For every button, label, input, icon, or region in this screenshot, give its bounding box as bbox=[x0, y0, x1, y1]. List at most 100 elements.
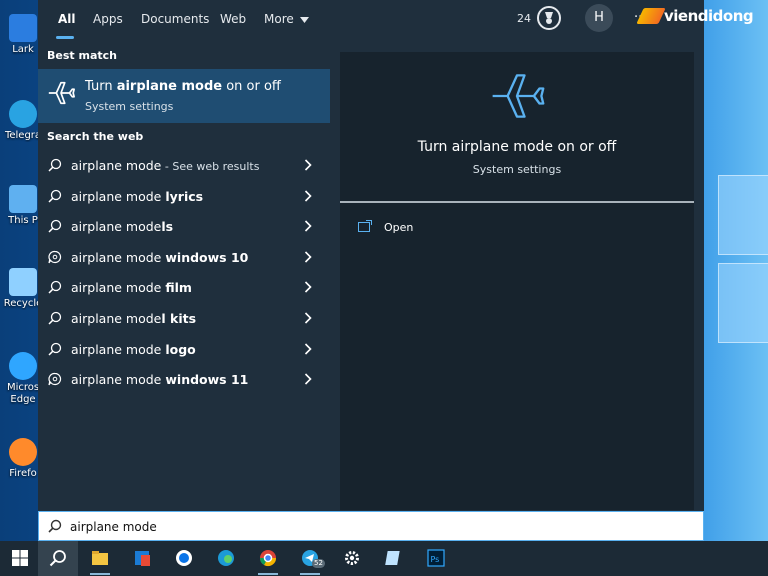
desktop-icon-this-pc[interactable]: This P bbox=[3, 185, 43, 255]
watermark-logo: viendidong bbox=[636, 4, 754, 28]
chat-search-icon bbox=[48, 250, 62, 264]
suggestion-base: airplane mode bbox=[71, 219, 162, 234]
web-suggestion-text: airplane mode windows 11 bbox=[71, 372, 248, 387]
search-icon bbox=[48, 311, 62, 325]
suggestion-base: airplane mode bbox=[71, 342, 166, 357]
taskbar-settings[interactable] bbox=[332, 541, 372, 576]
start-button[interactable] bbox=[0, 541, 40, 576]
desktop-icon-firefox[interactable]: Firefo bbox=[3, 438, 43, 508]
lark-icon bbox=[9, 14, 37, 42]
taskbar-zalo[interactable] bbox=[164, 541, 204, 576]
results-column: Best match Turn airplane mode on or off … bbox=[38, 40, 330, 510]
chevron-right-icon bbox=[304, 373, 312, 385]
web-suggestion-item[interactable]: airplane mode windows 10 bbox=[38, 242, 330, 272]
web-suggestion-item[interactable]: airplane mode - See web results bbox=[38, 150, 330, 180]
taskbar-app-sheets[interactable] bbox=[122, 541, 162, 576]
taskbar-telegram[interactable]: 52 bbox=[290, 541, 330, 576]
suggestion-bold: l kits bbox=[161, 311, 197, 326]
airplane-icon bbox=[492, 74, 545, 118]
desktop-icon-edge[interactable]: Micros Edge bbox=[3, 352, 43, 422]
web-suggestion-item[interactable]: airplane mode windows 11 bbox=[38, 364, 330, 394]
search-icon bbox=[48, 519, 62, 533]
zalo-icon bbox=[176, 550, 192, 566]
tab-more[interactable]: More bbox=[264, 12, 309, 26]
edge-icon bbox=[9, 352, 37, 380]
suggestion-base: airplane mode bbox=[71, 189, 166, 204]
tab-all[interactable]: All bbox=[58, 12, 76, 26]
spreadsheet-icon bbox=[135, 551, 150, 566]
chevron-right-icon bbox=[304, 190, 312, 202]
medal-icon bbox=[545, 12, 553, 24]
web-suggestion-text: airplane mode windows 10 bbox=[71, 250, 248, 265]
search-icon bbox=[48, 158, 62, 172]
user-avatar[interactable]: H bbox=[585, 4, 613, 32]
suggestion-bold: windows 10 bbox=[165, 250, 249, 265]
web-suggestion-text: airplane mode lyrics bbox=[71, 189, 203, 204]
taskbar-notepad[interactable] bbox=[374, 541, 414, 576]
web-suggestion-text: airplane model kits bbox=[71, 311, 196, 326]
folder-icon bbox=[92, 551, 108, 565]
taskbar-photoshop[interactable]: Ps bbox=[416, 541, 456, 576]
suggestion-base: airplane mode bbox=[71, 372, 166, 387]
preview-title: Turn airplane mode on or off bbox=[417, 139, 617, 155]
search-box[interactable] bbox=[38, 511, 704, 541]
open-label: Open bbox=[384, 221, 414, 234]
recycle-bin-icon bbox=[9, 268, 37, 296]
title-bold: airplane mode bbox=[116, 79, 223, 94]
computer-icon bbox=[9, 185, 37, 213]
suggestion-bold: ls bbox=[161, 219, 174, 234]
web-suggestion-item[interactable]: airplane mode logo bbox=[38, 334, 330, 364]
web-suggestion-text: airplane mode logo bbox=[71, 342, 196, 357]
photoshop-icon: Ps bbox=[427, 549, 445, 567]
airplane-icon bbox=[48, 81, 75, 105]
preview-subtitle: System settings bbox=[472, 163, 562, 176]
web-suggestion-item[interactable]: airplane mode film bbox=[38, 272, 330, 302]
taskbar-chrome[interactable] bbox=[248, 541, 288, 576]
suggestion-hint: - See web results bbox=[161, 160, 260, 173]
best-match-heading: Best match bbox=[47, 49, 117, 62]
search-input[interactable] bbox=[70, 518, 670, 536]
taskbar-search-button[interactable] bbox=[38, 541, 78, 576]
chevron-down-icon bbox=[299, 16, 309, 23]
search-tabs: All Apps Documents Web More 24 H ··· bbox=[38, 0, 704, 40]
web-suggestion-item[interactable]: airplane models bbox=[38, 211, 330, 241]
suggestion-bold: film bbox=[165, 280, 192, 295]
suggestion-bold: lyrics bbox=[165, 189, 204, 204]
web-suggestion-item[interactable]: airplane mode lyrics bbox=[38, 181, 330, 211]
title-prefix: Turn bbox=[85, 79, 117, 94]
desktop-icon-lark[interactable]: Lark bbox=[3, 14, 43, 84]
web-suggestion-text: airplane models bbox=[71, 219, 173, 234]
firefox-icon bbox=[9, 438, 37, 466]
desktop-icon-label: Telegra bbox=[4, 130, 42, 141]
tab-web[interactable]: Web bbox=[220, 12, 246, 26]
taskbar-file-explorer[interactable] bbox=[80, 541, 120, 576]
desktop-icon-telegram[interactable]: Telegra bbox=[3, 100, 43, 170]
gear-icon bbox=[345, 551, 359, 565]
desktop-icon-label: Firefo bbox=[9, 468, 37, 479]
search-icon bbox=[48, 219, 62, 233]
suggestion-base: airplane mode bbox=[71, 280, 166, 295]
open-button[interactable]: Open bbox=[358, 218, 478, 238]
tab-active-indicator bbox=[56, 36, 74, 39]
search-icon bbox=[49, 550, 66, 567]
taskbar: 52 Ps bbox=[0, 541, 768, 576]
tab-apps[interactable]: Apps bbox=[93, 12, 123, 26]
taskbar-edge[interactable] bbox=[206, 541, 246, 576]
suggestion-base: airplane mode bbox=[71, 311, 162, 326]
web-suggestion-text: airplane mode - See web results bbox=[71, 158, 259, 173]
suggestion-bold: windows 11 bbox=[165, 372, 249, 387]
suggestion-bold: logo bbox=[165, 342, 196, 357]
telegram-icon bbox=[9, 100, 37, 128]
desktop-icon-recycle-bin[interactable]: Recycle bbox=[3, 268, 43, 338]
desktop-icon-label: This P bbox=[8, 215, 38, 226]
rewards-medal-icon[interactable] bbox=[537, 6, 561, 30]
search-icon bbox=[48, 189, 62, 203]
best-match-subtitle: System settings bbox=[85, 100, 174, 113]
chat-search-icon bbox=[48, 372, 62, 386]
open-window-icon bbox=[358, 220, 372, 232]
best-match-result[interactable]: Turn airplane mode on or off System sett… bbox=[38, 69, 330, 123]
tab-documents[interactable]: Documents bbox=[141, 12, 209, 26]
title-suffix: on or off bbox=[222, 79, 281, 94]
web-suggestion-item[interactable]: airplane model kits bbox=[38, 303, 330, 333]
search-icon bbox=[48, 342, 62, 356]
